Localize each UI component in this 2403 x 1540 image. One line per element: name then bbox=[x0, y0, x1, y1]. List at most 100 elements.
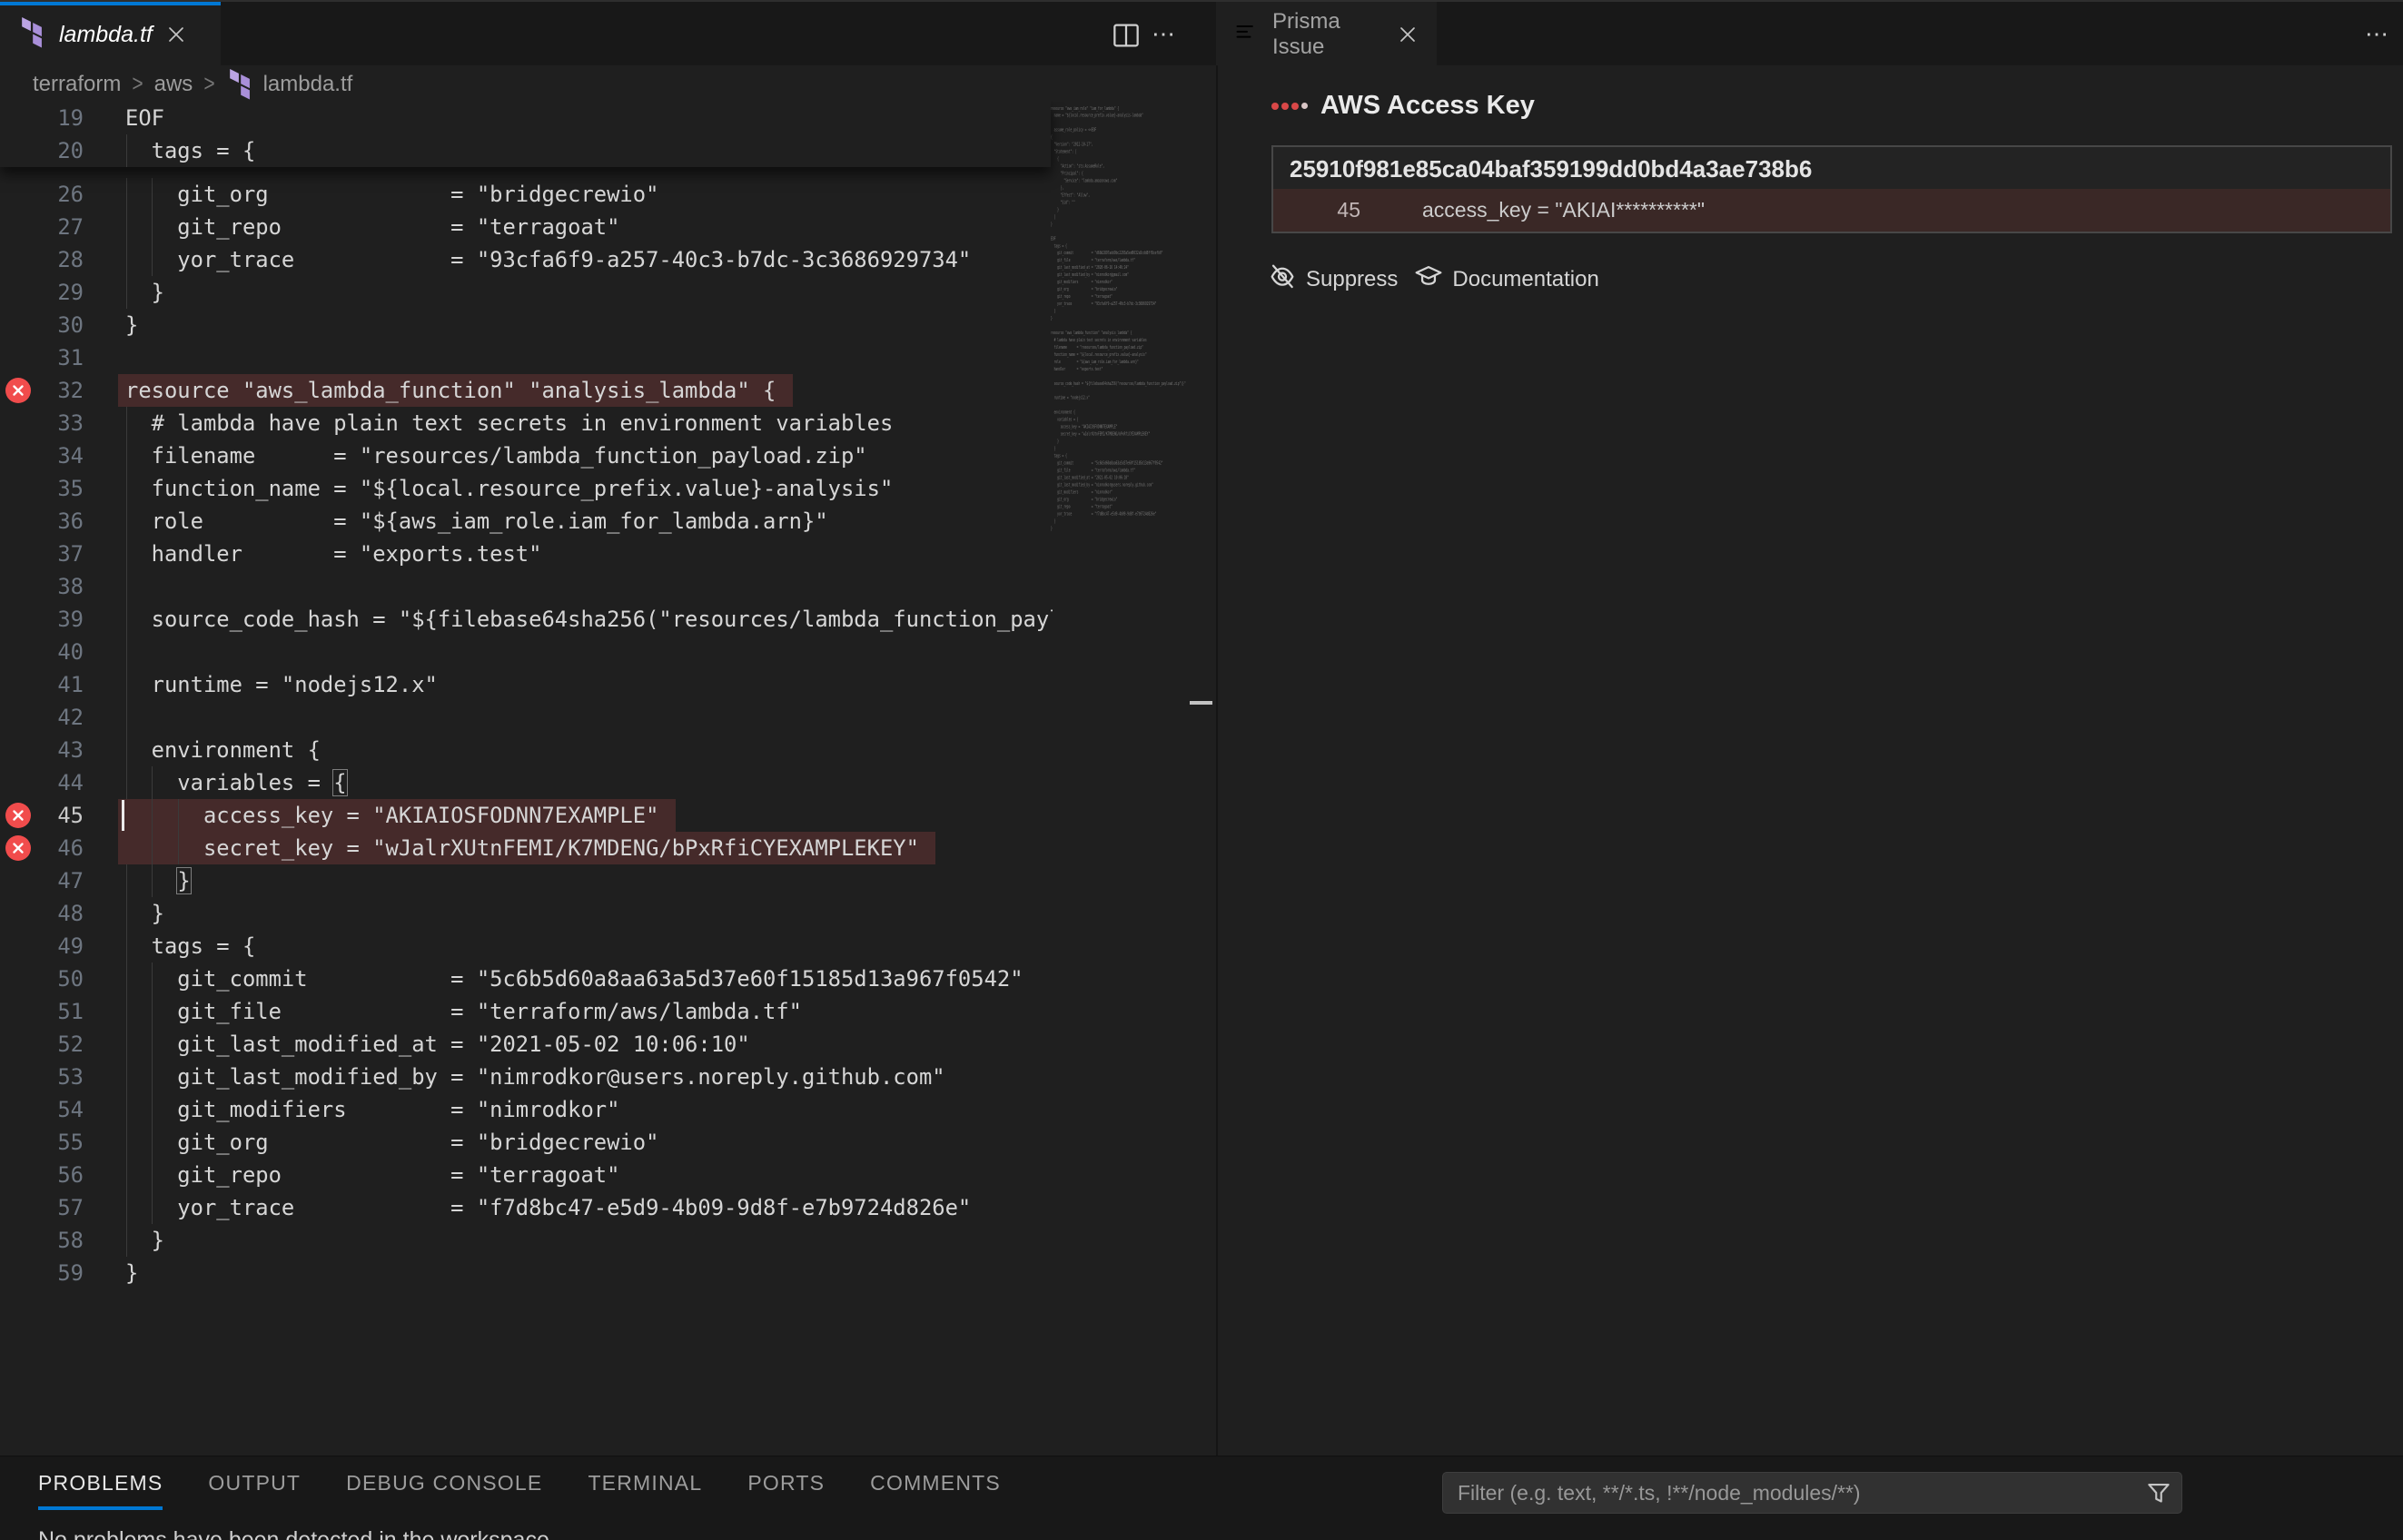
code-line-45[interactable]: 45 access_key = "AKIAIOSFODNN7EXAMPLE" bbox=[0, 799, 1214, 832]
tab-prisma-issue[interactable]: Prisma Issue bbox=[1216, 2, 1437, 67]
code-line-28[interactable]: 28 yor_trace = "93cfa6f9-a257-40c3-b7dc-… bbox=[0, 243, 1214, 276]
code-line-57[interactable]: 57 yor_trace = "f7d8bc47-e5d9-4b09-9d8f-… bbox=[0, 1191, 1214, 1224]
line-number[interactable]: 45 bbox=[0, 799, 84, 832]
line-number[interactable]: 36 bbox=[0, 505, 84, 538]
code-line-47[interactable]: 47 } bbox=[0, 864, 1214, 897]
panel-tab-terminal[interactable]: TERMINAL bbox=[588, 1471, 702, 1510]
breadcrumb-item-file[interactable]: lambda.tf bbox=[263, 72, 353, 97]
line-number[interactable]: 56 bbox=[0, 1159, 84, 1191]
terraform-icon bbox=[18, 17, 46, 53]
sticky-line-20[interactable]: 20 tags = { bbox=[0, 134, 1051, 167]
line-number[interactable]: 40 bbox=[0, 636, 84, 668]
panel-tab-problems[interactable]: PROBLEMS bbox=[38, 1471, 163, 1510]
line-number[interactable]: 41 bbox=[0, 668, 84, 701]
filter-funnel-icon[interactable] bbox=[2145, 1480, 2172, 1512]
line-number[interactable]: 43 bbox=[0, 734, 84, 766]
code-line-48[interactable]: 48 } bbox=[0, 897, 1214, 930]
line-number[interactable]: 19 bbox=[0, 102, 84, 134]
code-line-38[interactable]: 38 bbox=[0, 570, 1214, 603]
code-line-49[interactable]: 49 tags = { bbox=[0, 930, 1214, 962]
line-number[interactable]: 53 bbox=[0, 1061, 84, 1093]
code-text: resource "aws_lambda_function" "analysis… bbox=[125, 374, 1053, 407]
line-number[interactable]: 39 bbox=[0, 603, 84, 636]
code-line-44[interactable]: 44 variables = { bbox=[0, 766, 1214, 799]
code-line-51[interactable]: 51 git_file = "terraform/aws/lambda.tf" bbox=[0, 995, 1214, 1028]
close-icon[interactable] bbox=[165, 24, 187, 45]
code-line-46[interactable]: 46 secret_key = "wJalrXUtnFEMI/K7MDENG/b… bbox=[0, 832, 1214, 864]
line-number[interactable]: 51 bbox=[0, 995, 84, 1028]
code-line-58[interactable]: 58 } bbox=[0, 1224, 1214, 1257]
code-line-56[interactable]: 56 git_repo = "terragoat" bbox=[0, 1159, 1214, 1191]
code-editor[interactable]: 26 git_org = "bridgecrewio"27 git_repo =… bbox=[0, 102, 1214, 1456]
line-number[interactable]: 31 bbox=[0, 341, 84, 374]
sticky-scroll[interactable]: 19EOF20 tags = { bbox=[0, 102, 1051, 167]
code-line-37[interactable]: 37 handler = "exports.test" bbox=[0, 538, 1214, 570]
line-number[interactable]: 29 bbox=[0, 276, 84, 309]
code-line-33[interactable]: 33 # lambda have plain text secrets in e… bbox=[0, 407, 1214, 439]
close-icon[interactable] bbox=[1397, 24, 1419, 45]
code-line-55[interactable]: 55 git_org = "bridgecrewio" bbox=[0, 1126, 1214, 1159]
code-line-43[interactable]: 43 environment { bbox=[0, 734, 1214, 766]
code-line-52[interactable]: 52 git_last_modified_at = "2021-05-02 10… bbox=[0, 1028, 1214, 1061]
code-line-54[interactable]: 54 git_modifiers = "nimrodkor" bbox=[0, 1093, 1214, 1126]
panel-tab-comments[interactable]: COMMENTS bbox=[870, 1471, 1001, 1510]
split-editor-icon[interactable] bbox=[1112, 21, 1141, 54]
panel-tab-output[interactable]: OUTPUT bbox=[208, 1471, 301, 1510]
line-number[interactable]: 34 bbox=[0, 439, 84, 472]
finding-code: access_key = "AKIAI**********" bbox=[1422, 198, 1705, 222]
code-line-50[interactable]: 50 git_commit = "5c6b5d60a8aa63a5d37e60f… bbox=[0, 962, 1214, 995]
code-line-41[interactable]: 41 runtime = "nodejs12.x" bbox=[0, 668, 1214, 701]
line-number[interactable]: 35 bbox=[0, 472, 84, 505]
breadcrumb-item-aws[interactable]: aws bbox=[154, 72, 193, 97]
code-line-40[interactable]: 40 bbox=[0, 636, 1214, 668]
sticky-line-19[interactable]: 19EOF bbox=[0, 102, 1051, 134]
code-line-34[interactable]: 34 filename = "resources/lambda_function… bbox=[0, 439, 1214, 472]
line-number[interactable]: 58 bbox=[0, 1224, 84, 1257]
code-line-29[interactable]: 29 } bbox=[0, 276, 1214, 309]
more-actions-icon[interactable]: ⋯ bbox=[2365, 29, 2391, 38]
tab-lambda-tf[interactable]: lambda.tf bbox=[0, 2, 221, 67]
code-line-36[interactable]: 36 role = "${aws_iam_role.iam_for_lambda… bbox=[0, 505, 1214, 538]
code-line-35[interactable]: 35 function_name = "${local.resource_pre… bbox=[0, 472, 1214, 505]
line-number[interactable]: 32 bbox=[0, 374, 84, 407]
line-number[interactable]: 48 bbox=[0, 897, 84, 930]
code-line-39[interactable]: 39 source_code_hash = "${filebase64sha25… bbox=[0, 603, 1214, 636]
finding-row[interactable]: 45 access_key = "AKIAI**********" bbox=[1273, 189, 2390, 232]
line-number[interactable]: 47 bbox=[0, 864, 84, 897]
line-number[interactable]: 50 bbox=[0, 962, 84, 995]
line-number[interactable]: 27 bbox=[0, 211, 84, 243]
line-number[interactable]: 42 bbox=[0, 701, 84, 734]
documentation-button[interactable]: Documentation bbox=[1414, 262, 1598, 297]
line-number[interactable]: 44 bbox=[0, 766, 84, 799]
line-number[interactable]: 37 bbox=[0, 538, 84, 570]
line-number[interactable]: 38 bbox=[0, 570, 84, 603]
line-number[interactable]: 20 bbox=[0, 134, 84, 167]
suppress-button[interactable]: Suppress bbox=[1268, 262, 1398, 297]
minimap[interactable]: resource "aws_iam_role" "iam_for_lambda"… bbox=[1051, 104, 1189, 1448]
line-number[interactable]: 52 bbox=[0, 1028, 84, 1061]
line-number[interactable]: 46 bbox=[0, 832, 84, 864]
code-line-59[interactable]: 59} bbox=[0, 1257, 1214, 1289]
line-number[interactable]: 57 bbox=[0, 1191, 84, 1224]
code-line-32[interactable]: 32 resource "aws_lambda_function" "analys… bbox=[0, 374, 1214, 407]
line-number[interactable]: 59 bbox=[0, 1257, 84, 1289]
breadcrumb: terraform > aws > lambda.tf bbox=[0, 67, 1212, 102]
code-line-31[interactable]: 31 bbox=[0, 341, 1214, 374]
line-number[interactable]: 26 bbox=[0, 178, 84, 211]
code-line-26[interactable]: 26 git_org = "bridgecrewio" bbox=[0, 178, 1214, 211]
filter-input[interactable] bbox=[1443, 1473, 2181, 1513]
line-number[interactable]: 55 bbox=[0, 1126, 84, 1159]
line-number[interactable]: 54 bbox=[0, 1093, 84, 1126]
line-number[interactable]: 33 bbox=[0, 407, 84, 439]
panel-tab-debug-console[interactable]: DEBUG CONSOLE bbox=[346, 1471, 542, 1510]
breadcrumb-item-terraform[interactable]: terraform bbox=[33, 72, 121, 97]
panel-tab-ports[interactable]: PORTS bbox=[747, 1471, 825, 1510]
code-line-42[interactable]: 42 bbox=[0, 701, 1214, 734]
code-line-27[interactable]: 27 git_repo = "terragoat" bbox=[0, 211, 1214, 243]
code-line-53[interactable]: 53 git_last_modified_by = "nimrodkor@use… bbox=[0, 1061, 1214, 1093]
line-number[interactable]: 28 bbox=[0, 243, 84, 276]
line-number[interactable]: 49 bbox=[0, 930, 84, 962]
code-line-30[interactable]: 30} bbox=[0, 309, 1214, 341]
more-actions-icon[interactable]: ⋯ bbox=[1152, 29, 1178, 38]
line-number[interactable]: 30 bbox=[0, 309, 84, 341]
